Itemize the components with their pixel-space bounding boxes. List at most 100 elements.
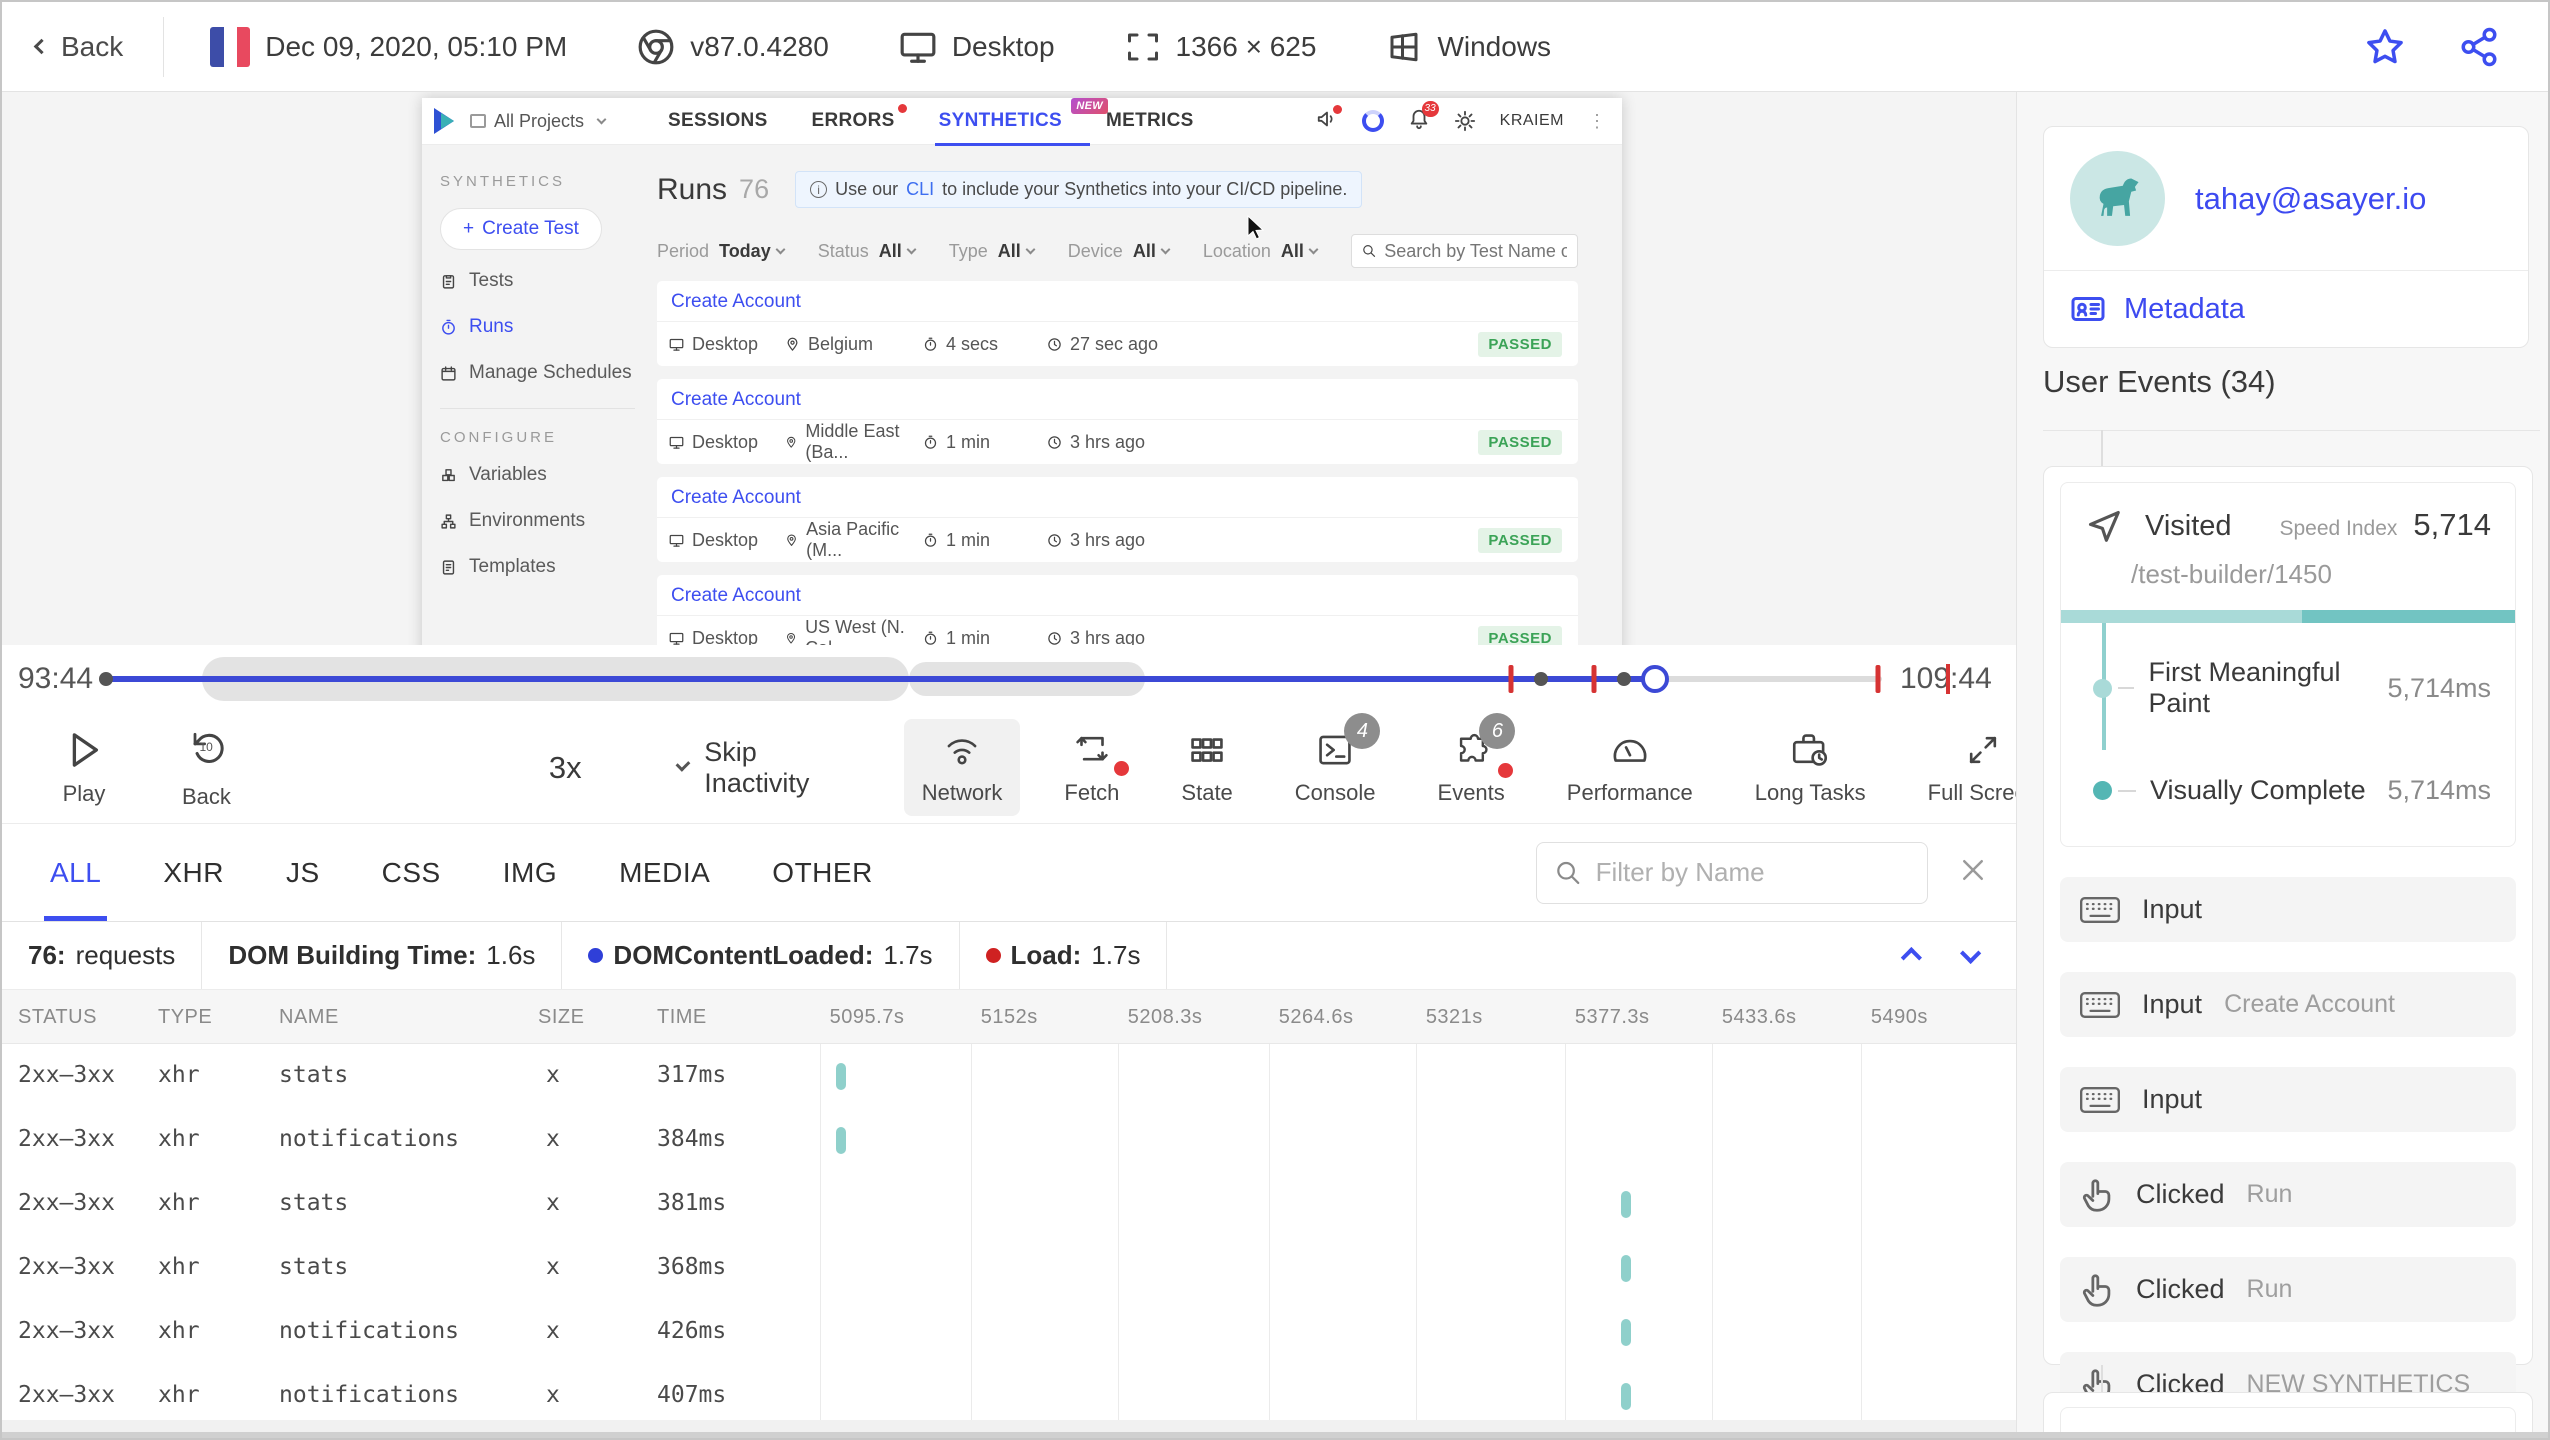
tab-media[interactable]: MEDIA bbox=[619, 824, 710, 921]
back-10s-button[interactable]: 10 Back bbox=[164, 716, 249, 820]
run-card: Create Account Desktop Middle East (Ba..… bbox=[657, 379, 1578, 464]
event-item-input[interactable]: Input Create Account bbox=[2060, 972, 2516, 1037]
viewport-icon bbox=[1127, 33, 1158, 60]
calendar-icon bbox=[441, 365, 456, 381]
visited-event-card[interactable]: Visited Speed Index 5,714 /test-builder/… bbox=[2060, 482, 2516, 847]
playback-timeline: 93:44 109:44 bbox=[2, 645, 2016, 712]
os-info: Windows bbox=[1386, 29, 1551, 65]
visit-event-group: Visited Speed Index 5,714 /test-builder/… bbox=[2043, 466, 2533, 1417]
panel-state-button[interactable]: State bbox=[1163, 719, 1250, 816]
metadata-button[interactable]: Metadata bbox=[2044, 270, 2528, 347]
table-row[interactable]: 2xx–3xx xhr notifications x 384ms bbox=[2, 1108, 2016, 1172]
divider bbox=[440, 408, 635, 409]
alert-dot bbox=[1114, 761, 1130, 776]
sidebar-item-variables: Variables bbox=[440, 464, 657, 486]
filter-by-name-input[interactable] bbox=[1536, 841, 1928, 904]
runs-count: 76 bbox=[739, 174, 770, 204]
event-item-input[interactable]: Input bbox=[2060, 1067, 2516, 1132]
filter-device: Device All bbox=[1068, 241, 1171, 262]
next-event-group bbox=[2043, 1392, 2533, 1432]
user-card: tahay@asayer.io Metadata bbox=[2043, 126, 2529, 348]
event-item-clicked[interactable]: Clicked Run bbox=[2060, 1257, 2516, 1322]
error-marker bbox=[1591, 664, 1597, 693]
back-button[interactable]: Back bbox=[2, 31, 163, 63]
search-icon bbox=[1557, 861, 1580, 884]
visited-label: Visited bbox=[2145, 510, 2232, 542]
clipboard-icon bbox=[442, 274, 455, 289]
id-card-icon bbox=[2071, 297, 2105, 321]
filter-type: Type All bbox=[949, 241, 1036, 262]
table-row[interactable]: 2xx–3xx xhr stats x 317ms bbox=[2, 1044, 2016, 1108]
stopwatch-icon bbox=[924, 337, 937, 351]
metric-dot bbox=[2093, 678, 2112, 698]
first-meaningful-paint-row: First Meaningful Paint 5,714ms bbox=[2093, 657, 2491, 719]
table-row[interactable]: 2xx–3xx xhr notifications x 426ms bbox=[2, 1300, 2016, 1364]
panel-console-button[interactable]: 4 Console bbox=[1277, 713, 1394, 816]
speed-toggle[interactable]: 3x bbox=[549, 750, 582, 786]
divider bbox=[163, 16, 165, 77]
monitor-icon bbox=[900, 32, 936, 63]
metric-dot bbox=[2093, 781, 2112, 800]
gear-icon bbox=[1454, 110, 1475, 132]
run-name-link: Create Account bbox=[657, 281, 1578, 322]
project-icon bbox=[470, 114, 486, 128]
project-selector: All Projects bbox=[470, 111, 640, 132]
location-pin-icon bbox=[787, 337, 798, 351]
table-row[interactable]: 2xx–3xx xhr notifications x 407ms bbox=[2, 1364, 2016, 1420]
errors-alert-dot bbox=[897, 104, 907, 113]
tab-js[interactable]: JS bbox=[286, 824, 320, 921]
playhead-handle[interactable] bbox=[1640, 664, 1669, 693]
browser-info: v87.0.4280 bbox=[637, 28, 829, 66]
dom-building-time: DOM Building Time: 1.6s bbox=[202, 922, 563, 989]
close-panel-button[interactable] bbox=[1958, 855, 1988, 890]
speed-index-value: 5,714 bbox=[2413, 507, 2491, 542]
request-waterfall-bar bbox=[1621, 1191, 1632, 1218]
more-menu-icon: ⋮ bbox=[1588, 110, 1606, 131]
run-card: Create Account Desktop Belgium 4 secs 27… bbox=[657, 281, 1578, 366]
os-label: Windows bbox=[1437, 30, 1552, 62]
status-badge: PASSED bbox=[1478, 429, 1562, 455]
play-button[interactable]: Play bbox=[44, 718, 124, 817]
load-time: Load: 1.7s bbox=[960, 922, 1168, 989]
timeline-track[interactable] bbox=[99, 656, 1882, 701]
tab-xhr[interactable]: XHR bbox=[163, 824, 224, 921]
panel-fetch-button[interactable]: Fetch bbox=[1046, 719, 1137, 816]
panel-long-tasks-button[interactable]: Long Tasks bbox=[1737, 719, 1884, 816]
panel-network-button[interactable]: Network bbox=[903, 719, 1021, 816]
request-waterfall-bar bbox=[835, 1127, 846, 1154]
tab-img[interactable]: IMG bbox=[503, 824, 557, 921]
panel-events-button[interactable]: 6 Events bbox=[1420, 713, 1523, 816]
event-item-clicked[interactable]: Clicked Run bbox=[2060, 1162, 2516, 1227]
panel-performance-button[interactable]: Performance bbox=[1549, 719, 1711, 816]
runs-title: Runs bbox=[657, 172, 728, 206]
network-tabs-bar: ALL XHR JS CSS IMG MEDIA OTHER bbox=[2, 824, 2016, 922]
notification-count-badge: 33 bbox=[1421, 100, 1439, 117]
table-row[interactable]: 2xx–3xx xhr stats x 368ms bbox=[2, 1236, 2016, 1300]
tab-other[interactable]: OTHER bbox=[772, 824, 873, 921]
keyboard-icon bbox=[2080, 1086, 2120, 1113]
tab-css[interactable]: CSS bbox=[382, 824, 441, 921]
run-card: Create Account Desktop Asia Pacific (M..… bbox=[657, 477, 1578, 562]
share-button[interactable] bbox=[2458, 26, 2500, 68]
user-menu: KRAIEM bbox=[1499, 112, 1564, 129]
network-wifi-icon bbox=[947, 739, 977, 765]
chevron-left-icon bbox=[33, 38, 50, 55]
event-connector-line bbox=[2101, 1365, 2103, 1392]
event-dot bbox=[1617, 671, 1632, 686]
tab-all[interactable]: ALL bbox=[43, 824, 108, 921]
run-card: Create Account Desktop US West (N. Cal..… bbox=[657, 575, 1578, 645]
table-row[interactable]: 2xx–3xx xhr stats x 381ms bbox=[2, 1172, 2016, 1236]
skip-inactivity-toggle[interactable]: Skip Inactivity bbox=[675, 737, 814, 799]
replay-mouse-cursor bbox=[1247, 214, 1265, 240]
close-icon bbox=[1963, 860, 1983, 880]
favorite-star-button[interactable] bbox=[2364, 26, 2406, 68]
horizontal-scrollbar[interactable] bbox=[2, 1420, 2016, 1432]
jump-previous-button[interactable] bbox=[1900, 947, 1922, 969]
filter-location: Location All bbox=[1203, 241, 1319, 262]
clock-icon bbox=[1048, 337, 1061, 351]
time-tick: 5490s bbox=[1870, 1006, 1928, 1028]
jump-next-button[interactable] bbox=[1960, 942, 1982, 964]
keyboard-icon bbox=[2080, 991, 2120, 1018]
nav-errors: ERRORS bbox=[812, 104, 907, 132]
event-item-input[interactable]: Input bbox=[2060, 877, 2516, 942]
